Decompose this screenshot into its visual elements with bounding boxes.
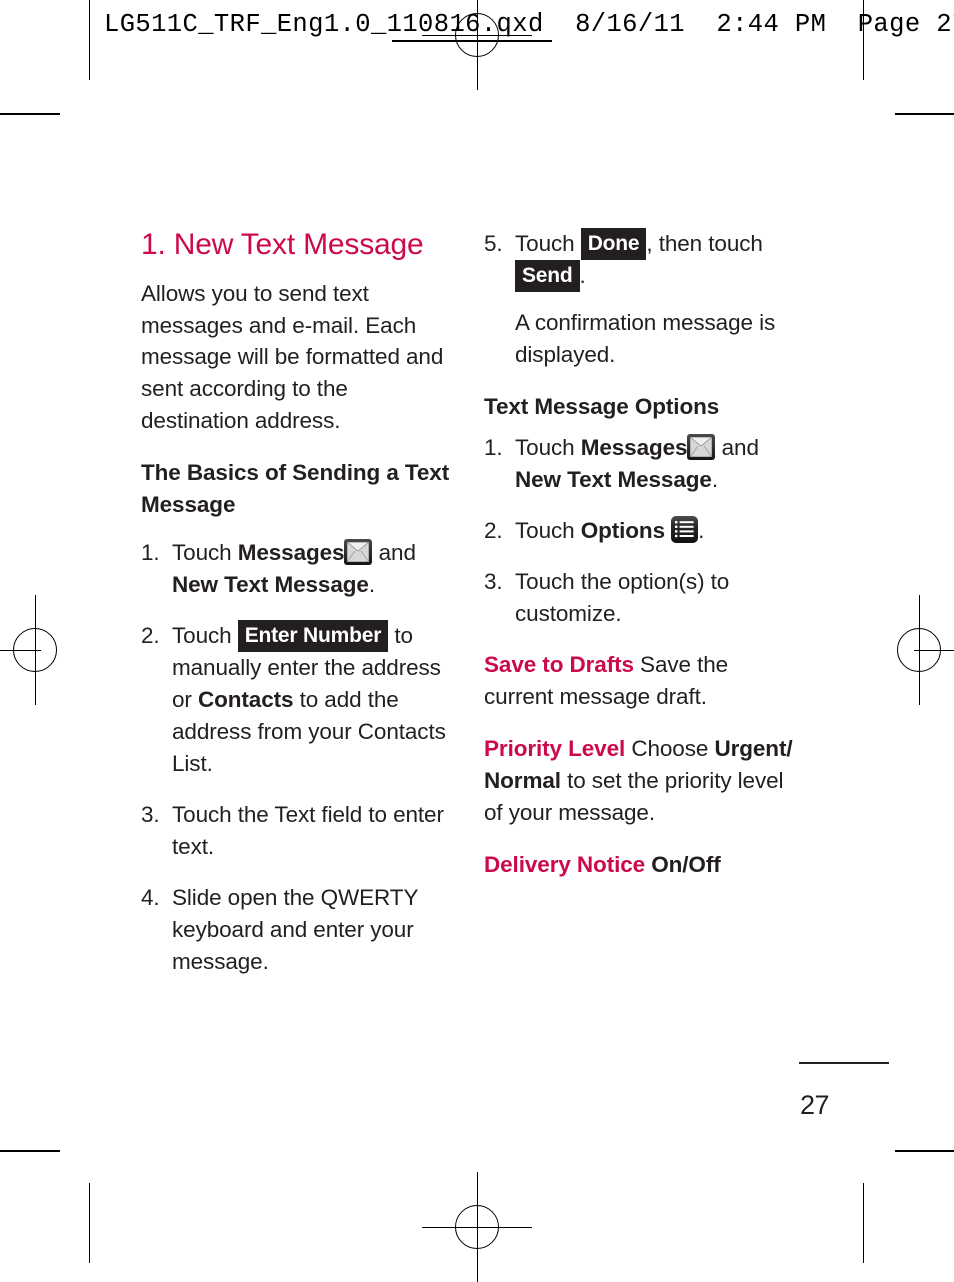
step-number: 3. [141,799,160,831]
step-text-post: . [369,572,375,597]
step-text-pre: Touch [515,435,581,460]
basics-step-list-continued: 5. Touch Done, then touch Send. [484,228,796,292]
step-bold-term: Contacts [198,687,293,712]
step-number: 1. [484,432,503,464]
glossary-values: On/Off [651,852,720,877]
list-item: 2.Touch Enter Number to manually enter t… [141,620,453,780]
step-number: 1. [141,537,160,569]
page-title: 1. New Text Message [141,228,453,262]
glossary-desc-pre: Choose [625,736,714,761]
step-number: 2. [141,620,160,652]
list-item: 4. Slide open the QWERTY keyboard and ent… [141,882,453,978]
list-item: 3. Touch the Text field to enter text. [141,799,453,863]
step-number: 2. [484,515,503,547]
send-key[interactable]: Send [515,260,580,292]
envelope-icon [344,539,372,565]
list-item: 5. Touch Done, then touch Send. [484,228,796,292]
step-number: 4. [141,882,160,914]
step-bold-term: Messages [238,540,345,565]
sub-heading-text-message-options: Text Message Options [484,391,796,423]
step-text-mid: and [372,540,415,565]
step-bold-term: Messages [581,435,688,460]
envelope-icon [687,434,715,460]
glossary-entry-priority-level: Priority Level Choose Urgent/ Normal to … [484,733,796,829]
intro-paragraph: Allows you to send text messages and e-m… [141,278,453,438]
footer-divider-rule [799,1062,889,1064]
step-bold-term-2: New Text Message [172,572,369,597]
list-item: 1. Touch Messages and New Text Message. [141,537,453,601]
enter-number-key[interactable]: Enter Number [238,620,388,652]
done-key[interactable]: Done [581,228,647,260]
step-text: Slide open the QWERTY keyboard and enter… [172,885,418,974]
basics-step-list: 1. Touch Messages and New Text Message. 2… [141,537,453,977]
step-text: Touch the Text field to enter text. [172,802,444,859]
step-text: Touch the option(s) to customize. [515,569,729,626]
step-number: 3. [484,566,503,598]
step-text-pre: Touch [172,623,238,648]
right-column: 5. Touch Done, then touch Send. A confirm… [484,228,796,901]
step-text-pre: Touch [172,540,238,565]
glossary-entry-delivery-notice: Delivery Notice On/Off [484,849,796,881]
step-text-pre: Touch [515,231,581,256]
step-text-mid: , then touch [646,231,762,256]
options-step-list: 1. Touch Messages and New Text Message. 2… [484,432,796,630]
glossary-term: Delivery Notice [484,852,645,877]
page-number: 27 [800,1090,829,1121]
confirmation-note: A confirmation message is displayed. [484,307,796,371]
list-item: 2. Touch Options . [484,515,796,547]
glossary-entry-save-to-drafts: Save to Drafts Save the current message … [484,649,796,713]
step-bold-term-2: New Text Message [515,467,712,492]
glossary-term: Save to Drafts [484,652,634,677]
step-text-mid: and [715,435,758,460]
page-content: 1. New Text Message Allows you to send t… [0,0,954,1263]
step-text-post: . [580,263,586,288]
step-bold-term: Options [581,518,665,543]
list-item: 1. Touch Messages and New Text Message. [484,432,796,496]
sub-heading-basics: The Basics of Sending a Text Message [141,457,453,521]
options-list-icon [671,516,698,543]
step-text-post: . [698,518,704,543]
step-number: 5. [484,228,503,260]
list-item: 3. Touch the option(s) to customize. [484,566,796,630]
left-column: 1. New Text Message Allows you to send t… [141,228,453,996]
glossary-term: Priority Level [484,736,625,761]
step-text-post: . [712,467,718,492]
step-text-pre: Touch [515,518,581,543]
